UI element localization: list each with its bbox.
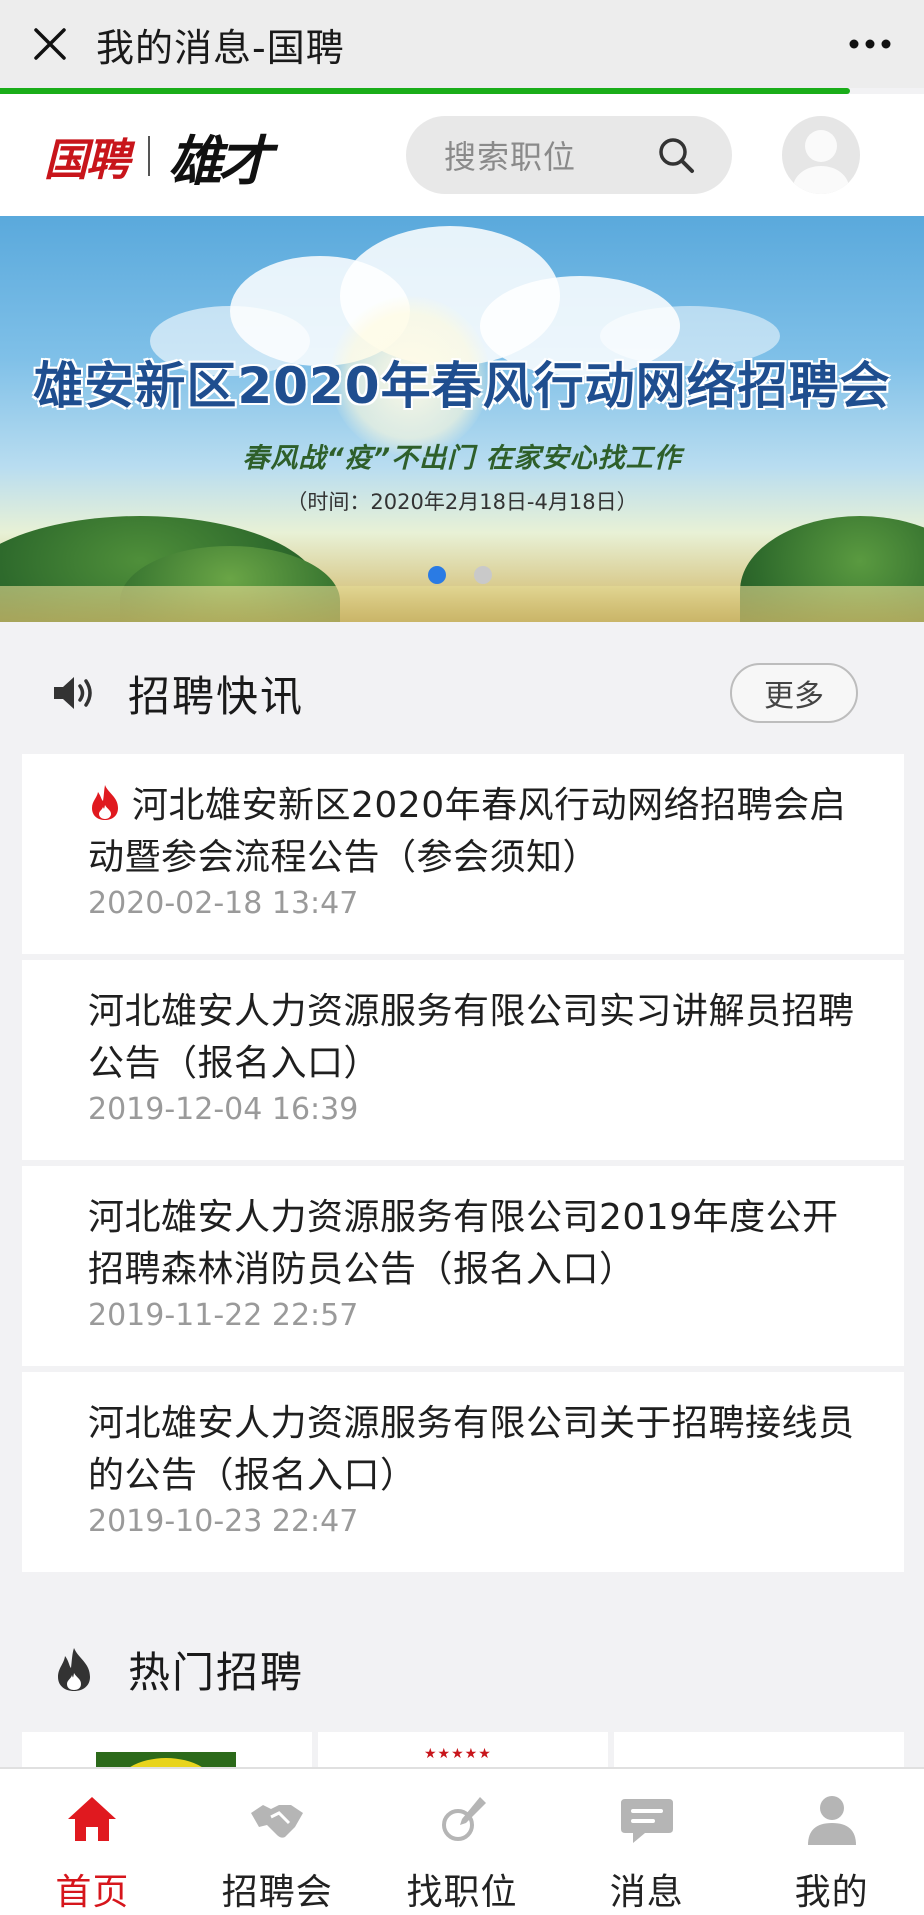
logo-divider [148, 136, 150, 176]
profile-icon [804, 1791, 860, 1847]
news-item[interactable]: 河北雄安人力资源服务有限公司2019年度公开招聘森林消防员公告（报名入口） 20… [22, 1166, 904, 1366]
banner-time: （时间：2020年2月18日-4月18日） [286, 490, 638, 514]
close-icon[interactable] [18, 12, 82, 76]
hot-job-card[interactable] [22, 1732, 312, 1772]
news-section-header: 招聘快讯 更多 [0, 658, 924, 728]
hot-job-card[interactable] [614, 1732, 904, 1772]
carousel-dot[interactable] [474, 566, 492, 584]
promo-banner[interactable]: 雄安新区2020年春风行动网络招聘会 春风战“疫”不出门 在家安心找工作 （时间… [0, 216, 924, 622]
tab-find-job[interactable]: 找职位 [370, 1769, 555, 1915]
speaker-icon [50, 669, 98, 717]
news-item-date: 2019-10-23 22:47 [88, 1504, 359, 1539]
tab-label: 首页 [55, 1872, 130, 1913]
more-dots-icon[interactable] [838, 12, 902, 76]
hot-section-title: 热门招聘 [128, 1647, 305, 1697]
news-item-title: 河北雄安人力资源服务有限公司实习讲解员招聘公告（报名入口） [88, 991, 855, 1084]
banner-headline: 雄安新区2020年春风行动网络招聘会 [33, 357, 891, 415]
tab-messages[interactable]: 消息 [554, 1769, 739, 1915]
news-section-title: 招聘快讯 [128, 671, 305, 721]
tab-label: 我的 [794, 1872, 869, 1913]
search-box[interactable]: 搜索职位 [406, 116, 732, 194]
carousel-dot-active[interactable] [428, 566, 446, 584]
bottom-tab-bar: 首页 招聘会 找职位 消息 我的 [0, 1767, 924, 1915]
news-item[interactable]: 河北雄安人力资源服务有限公司关于招聘接线员的公告（报名入口） 2019-10-2… [22, 1372, 904, 1572]
news-item-title-row: 河北雄安新区2020年春风行动网络招聘会启动暨参会流程公告（参会须知） [88, 780, 864, 884]
news-item-title: 河北雄安人力资源服务有限公司关于招聘接线员的公告（报名入口） [88, 1403, 855, 1496]
hot-job-card[interactable]: ★★★★★ [318, 1732, 608, 1772]
banner-water [0, 586, 924, 622]
site-logo[interactable]: 国聘 雄才 [44, 124, 272, 193]
handshake-icon [249, 1791, 305, 1847]
tab-label: 招聘会 [221, 1872, 333, 1913]
hot-fire-icon [88, 783, 122, 821]
news-item[interactable]: 河北雄安人力资源服务有限公司实习讲解员招聘公告（报名入口） 2019-12-04… [22, 960, 904, 1160]
fire-icon [50, 1645, 98, 1693]
tab-label: 消息 [609, 1872, 684, 1913]
news-item-date: 2020-02-18 13:47 [88, 886, 359, 921]
banner-subline: 春风战“疫”不出门 在家安心找工作 [242, 443, 682, 474]
home-icon [64, 1791, 120, 1847]
news-item-title: 河北雄安新区2020年春风行动网络招聘会启动暨参会流程公告（参会须知） [88, 785, 847, 878]
company-logo: ★★★★★ [424, 1746, 492, 1762]
tab-label: 找职位 [406, 1872, 518, 1913]
page-title: 我的消息-国聘 [96, 25, 345, 70]
news-item[interactable]: 河北雄安新区2020年春风行动网络招聘会启动暨参会流程公告（参会须知） 2020… [22, 754, 904, 954]
user-avatar-icon[interactable] [782, 116, 860, 194]
search-icon[interactable] [656, 135, 696, 175]
news-item-title: 河北雄安人力资源服务有限公司2019年度公开招聘森林消防员公告（报名入口） [88, 1197, 839, 1290]
carousel-indicator [428, 566, 492, 584]
message-icon [619, 1791, 675, 1847]
hot-cards: ★★★★★ [22, 1732, 904, 1772]
site-header: 国聘 雄才 搜索职位 [0, 94, 924, 216]
pen-search-icon [434, 1791, 490, 1847]
news-item-date: 2019-12-04 16:39 [88, 1092, 359, 1127]
logo-guopin: 国聘 [44, 135, 130, 186]
search-placeholder: 搜索职位 [444, 138, 577, 176]
news-more-button[interactable]: 更多 [730, 663, 858, 723]
logo-xiongcai: 雄才 [168, 129, 272, 193]
top-bar: 我的消息-国聘 [0, 0, 924, 88]
news-item-date: 2019-11-22 22:57 [88, 1298, 359, 1333]
tab-job-fair[interactable]: 招聘会 [185, 1769, 370, 1915]
tab-home[interactable]: 首页 [0, 1769, 185, 1915]
tab-profile[interactable]: 我的 [739, 1769, 924, 1915]
hot-section-header: 热门招聘 [0, 1634, 924, 1704]
news-list: 河北雄安新区2020年春风行动网络招聘会启动暨参会流程公告（参会须知） 2020… [22, 754, 904, 1578]
